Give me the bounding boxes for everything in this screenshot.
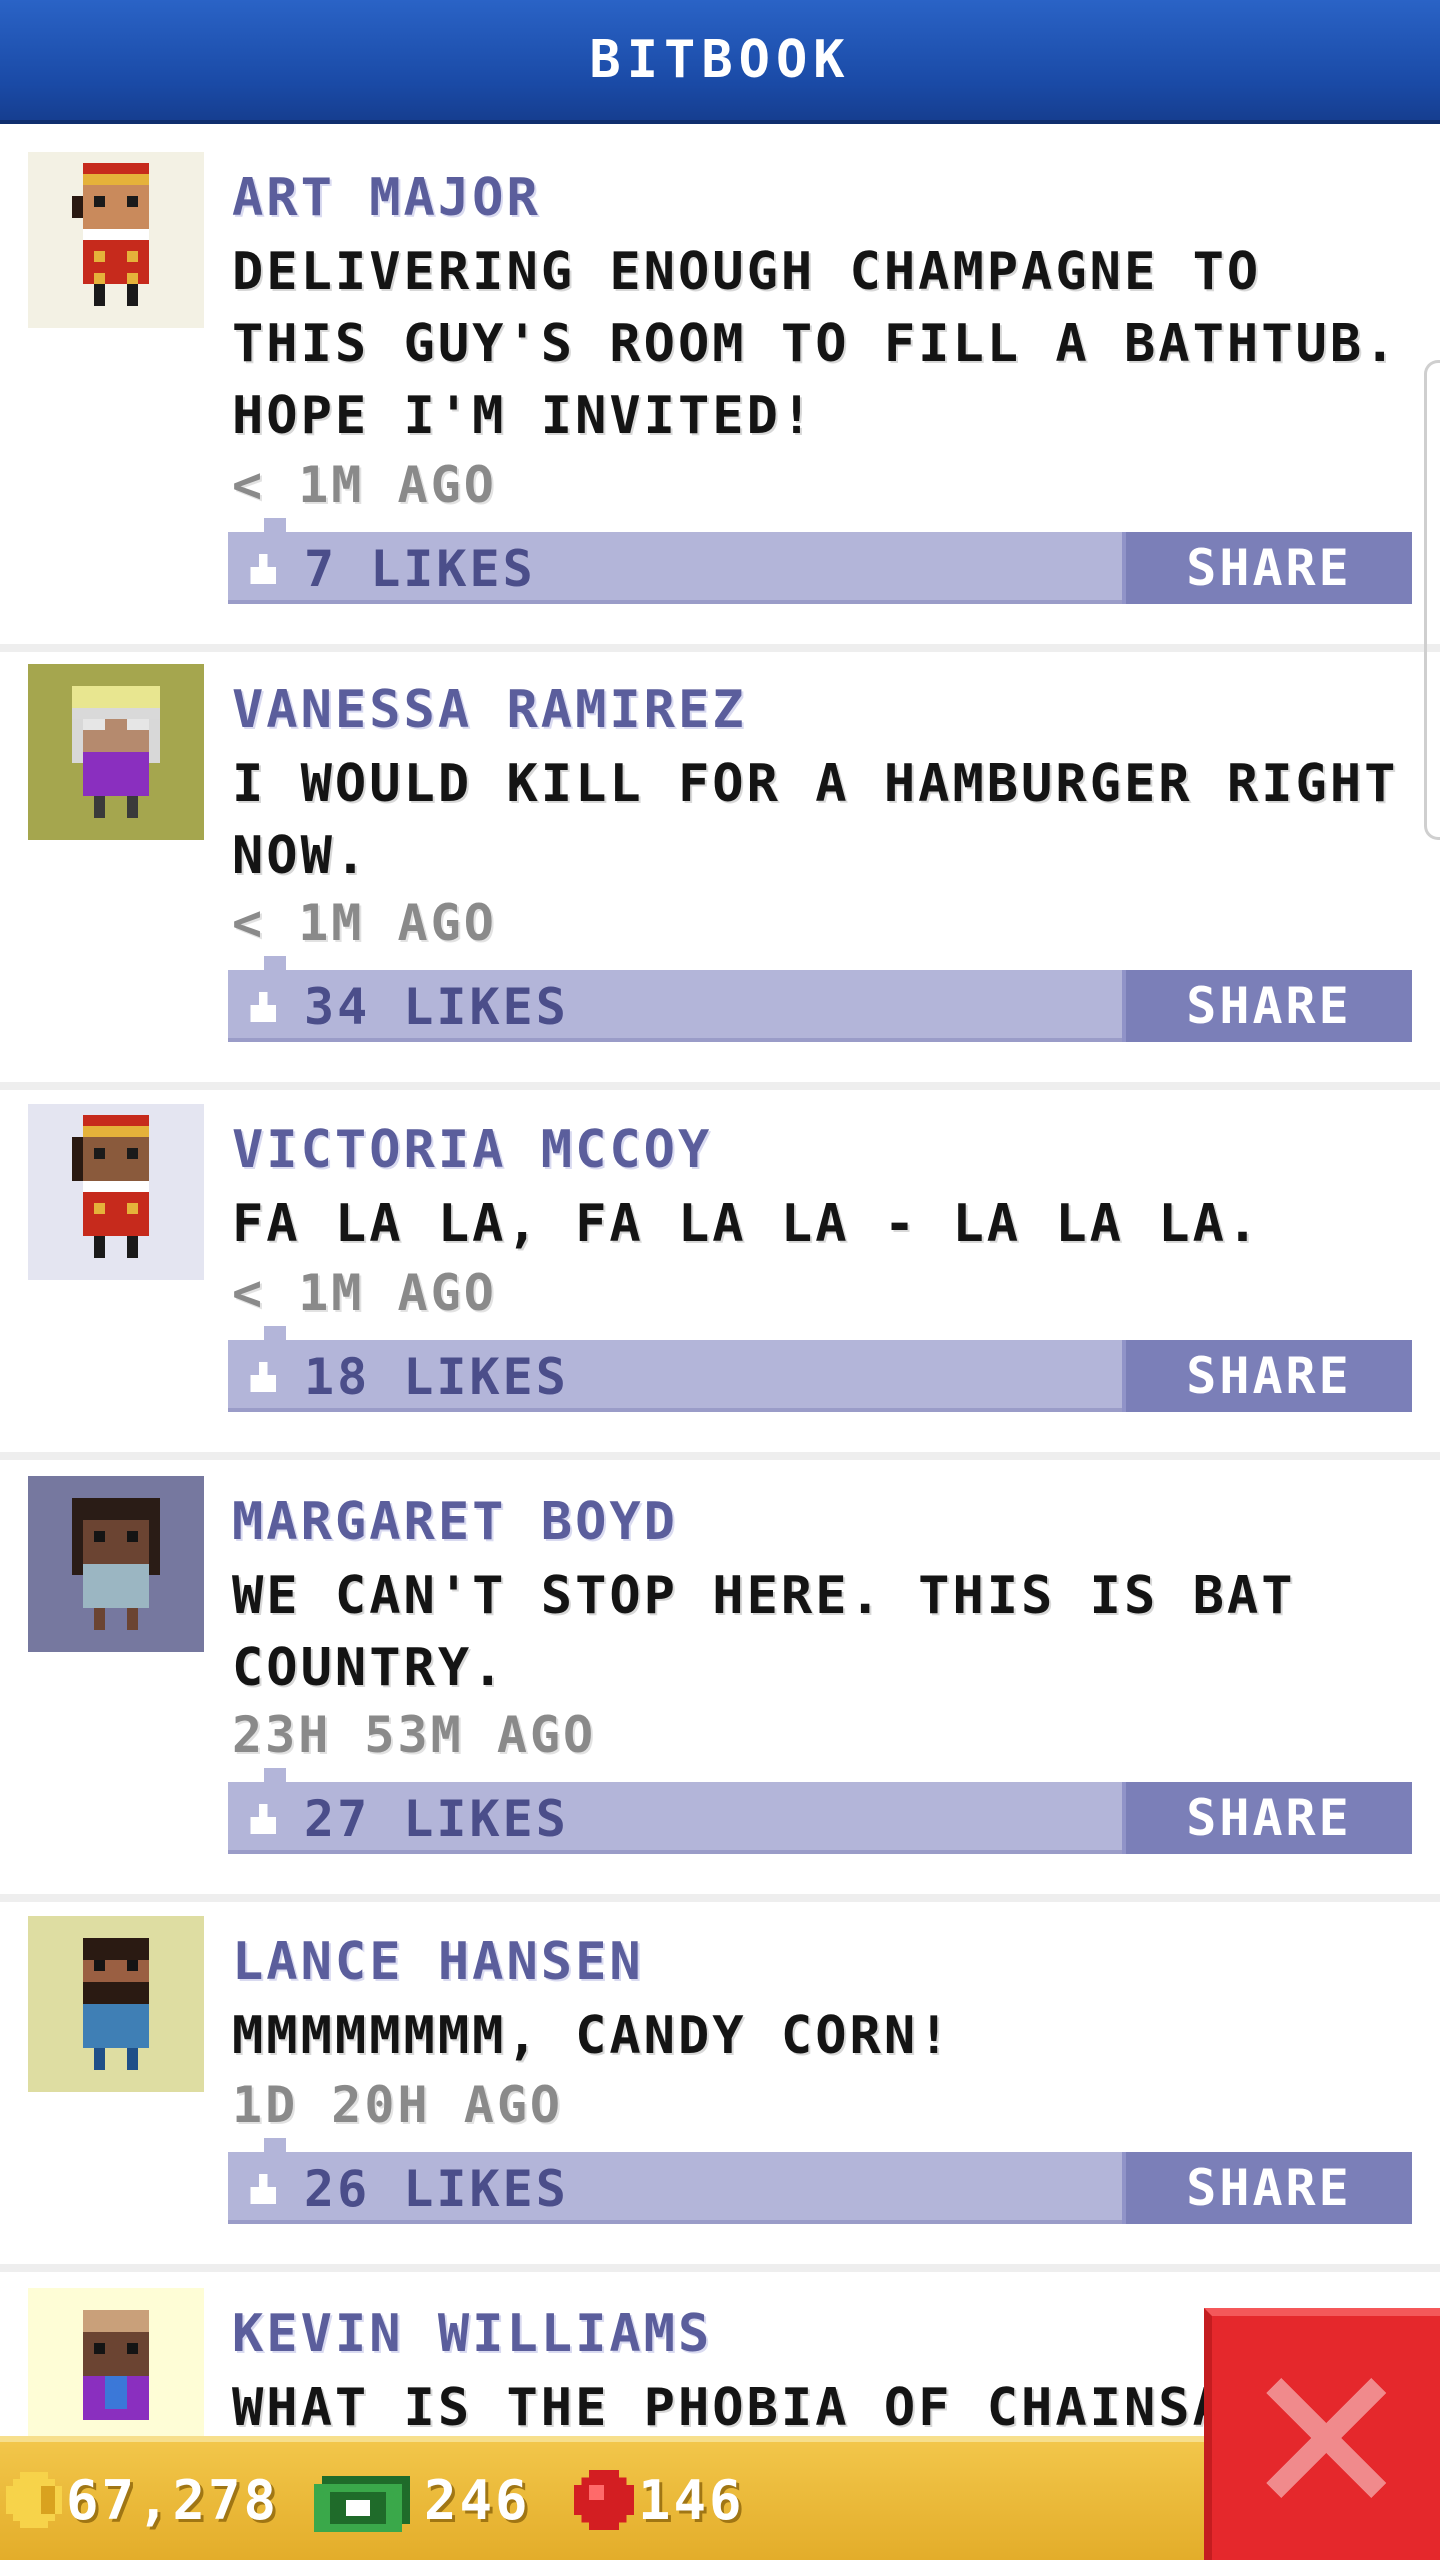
avatar[interactable]	[28, 1476, 204, 1652]
thumbs-up-icon[interactable]	[246, 1804, 280, 1834]
post-author[interactable]: VICTORIA MCCOY	[232, 1120, 712, 1180]
share-button[interactable]: SHARE	[1122, 1782, 1412, 1854]
post-author[interactable]: LANCE HANSEN	[232, 1932, 644, 1992]
post-timestamp: 1D 20H AGO	[232, 2076, 564, 2134]
thumbs-up-icon[interactable]	[246, 554, 280, 584]
share-button[interactable]: SHARE	[1122, 2152, 1412, 2224]
close-button[interactable]	[1204, 2308, 1440, 2560]
avatar[interactable]	[28, 1916, 204, 2092]
post-message: I WOULD KILL FOR A HAMBURGER RIGHT NOW.	[232, 754, 1399, 886]
like-bar: 34 LIKES SHARE	[228, 956, 1412, 1042]
like-bar-tab	[264, 2138, 286, 2152]
bux-stat: 246	[312, 2460, 531, 2540]
like-count: 27 LIKES	[304, 1790, 569, 1848]
bux-icon	[314, 2476, 410, 2532]
bux-value: 246	[424, 2468, 531, 2532]
app-title: BITBOOK	[589, 30, 851, 90]
gems-value: 146	[638, 2468, 745, 2532]
avatar[interactable]	[28, 2288, 204, 2436]
thumbs-up-icon[interactable]	[246, 992, 280, 1022]
coins-stat: 67,278	[6, 2460, 279, 2540]
post-author[interactable]: KEVIN WILLIAMS	[232, 2304, 712, 2364]
like-bar-tab	[264, 1768, 286, 1782]
post-timestamp: 23H 53M AGO	[232, 1706, 597, 1764]
like-bar: 27 LIKES SHARE	[228, 1768, 1412, 1854]
thumbs-up-icon[interactable]	[246, 1362, 280, 1392]
feed-list[interactable]: ART MAJOR DELIVERING ENOUGH CHAMPAGNE TO…	[0, 124, 1440, 2436]
post-message: DELIVERING ENOUGH CHAMPAGNE TO THIS GUY'…	[232, 242, 1399, 446]
like-count: 18 LIKES	[304, 1348, 569, 1406]
post-message: MMMMMMMM, CANDY CORN!	[232, 2006, 953, 2066]
post-message: WE CAN'T STOP HERE. THIS IS BAT COUNTRY.	[232, 1566, 1296, 1698]
like-bar-tab	[264, 518, 286, 532]
avatar[interactable]	[28, 152, 204, 328]
like-count: 7 LIKES	[304, 540, 536, 598]
coins-value: 67,278	[66, 2468, 280, 2532]
scrollbar[interactable]	[1424, 360, 1440, 840]
post-author[interactable]: MARGARET BOYD	[232, 1492, 678, 1552]
post-message: FA LA LA, FA LA LA - LA LA LA.	[232, 1194, 1262, 1254]
post-timestamp: < 1M AGO	[232, 456, 497, 514]
close-icon	[1266, 2378, 1386, 2498]
post-divider	[0, 1082, 1440, 1090]
share-button[interactable]: SHARE	[1122, 532, 1412, 604]
post-author[interactable]: VANESSA RAMIREZ	[232, 680, 747, 740]
share-button[interactable]: SHARE	[1122, 970, 1412, 1042]
post-timestamp: < 1M AGO	[232, 894, 497, 952]
share-button[interactable]: SHARE	[1122, 1340, 1412, 1412]
thumbs-up-icon[interactable]	[246, 2174, 280, 2204]
gems-stat: 146	[574, 2460, 745, 2540]
like-bar: 7 LIKES SHARE	[228, 518, 1412, 604]
like-bar: 26 LIKES SHARE	[228, 2138, 1412, 2224]
post-divider	[0, 644, 1440, 652]
avatar[interactable]	[28, 1104, 204, 1280]
post-divider	[0, 1452, 1440, 1460]
post-author[interactable]: ART MAJOR	[232, 168, 541, 228]
coin-icon	[6, 2472, 62, 2528]
post-message: WHAT IS THE PHOBIA OF CHAINSA	[232, 2378, 1227, 2436]
like-bar: 18 LIKES SHARE	[228, 1326, 1412, 1412]
post-divider	[0, 2264, 1440, 2272]
post-divider	[0, 1894, 1440, 1902]
like-count: 26 LIKES	[304, 2160, 569, 2218]
gem-icon	[574, 2470, 634, 2530]
post-timestamp: < 1M AGO	[232, 1264, 497, 1322]
like-bar-tab	[264, 1326, 286, 1340]
avatar[interactable]	[28, 664, 204, 840]
app-header: BITBOOK	[0, 0, 1440, 124]
like-bar-tab	[264, 956, 286, 970]
like-count: 34 LIKES	[304, 978, 569, 1036]
